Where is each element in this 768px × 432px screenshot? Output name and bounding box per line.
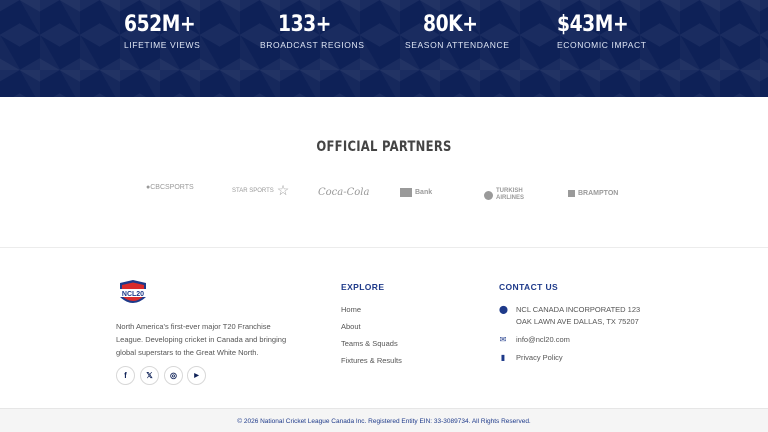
turkish-airlines-bird-icon [484, 190, 493, 200]
stat-value: $43M+ [557, 12, 629, 37]
star-sports-logo: STAR SPORTS ☆ [232, 182, 289, 199]
stat-value: 133+ [278, 12, 332, 37]
contact-address: ⬤ NCL CANADA INCORPORATED 123 OAK LAWN A… [499, 304, 649, 328]
facebook-icon[interactable]: f [116, 366, 135, 385]
partners-title: OFFICIAL PARTNERS [316, 139, 452, 155]
stat-value: 80K+ [423, 12, 478, 37]
stat-broadcast-regions: 133+ BROADCAST REGIONS [260, 12, 365, 50]
turkish-airlines-logo-text: TURKISH AIRLINES [496, 188, 525, 201]
td-bank-logo-text: Bank [415, 189, 433, 196]
td-mark-icon [400, 188, 412, 197]
contact-email-text[interactable]: info@ncl20.com [516, 334, 570, 346]
coca-cola-logo-text: Coca-Cola [318, 187, 370, 198]
star-icon: ☆ [276, 182, 290, 198]
instagram-icon[interactable]: ◎ [164, 366, 183, 385]
td-bank-logo: Bank [400, 188, 432, 197]
stats-band: 652M+ LIFETIME VIEWS 133+ BROADCAST REGI… [0, 0, 768, 97]
brampton-logo: BRAMPTON [568, 190, 618, 197]
turkish-airlines-logo: TURKISH AIRLINES [484, 188, 530, 202]
coca-cola-logo: Coca-Cola [318, 187, 369, 198]
ncl20-logo[interactable]: NCL20 [116, 279, 150, 309]
copyright-text: © 2026 National Cricket League Canada In… [237, 418, 531, 425]
brampton-mark-icon [568, 190, 575, 197]
stat-label: SEASON ATTENDANCE [405, 40, 510, 50]
stat-season-attendance: 80K+ SEASON ATTENDANCE [405, 12, 510, 50]
map-pin-icon: ⬤ [499, 305, 508, 314]
brampton-logo-text: BRAMPTON [578, 190, 619, 197]
explore-title: EXPLORE [341, 282, 385, 292]
section-divider [0, 247, 768, 248]
footer-link-home[interactable]: Home [341, 305, 361, 314]
footer-link-teams-squads[interactable]: Teams & Squads [341, 339, 398, 348]
stat-lifetime-views: 652M+ LIFETIME VIEWS [124, 12, 208, 50]
footer-link-fixtures-results[interactable]: Fixtures & Results [341, 356, 402, 365]
contact-email[interactable]: ✉ info@ncl20.com [499, 334, 570, 346]
contact-address-text: NCL CANADA INCORPORATED 123 OAK LAWN AVE… [516, 305, 641, 326]
contact-privacy[interactable]: ▮ Privacy Policy [499, 352, 563, 364]
x-icon[interactable]: 𝕏 [140, 366, 159, 385]
footer-link-about[interactable]: About [341, 322, 361, 331]
privacy-policy-link[interactable]: Privacy Policy [516, 352, 563, 364]
youtube-icon[interactable]: ▶ [187, 366, 206, 385]
star-sports-logo-text: STAR SPORTS [232, 187, 274, 194]
svg-text:NCL20: NCL20 [122, 291, 144, 298]
stat-value: 652M+ [124, 12, 196, 37]
cbc-sports-logo: ●CBCSPORTS [146, 184, 194, 191]
stat-label: ECONOMIC IMPACT [557, 40, 647, 50]
about-text: North America's first-ever major T20 Fra… [116, 322, 287, 357]
stat-economic-impact: $43M+ ECONOMIC IMPACT [557, 12, 647, 50]
cbc-sports-logo-text: ●CBCSPORTS [146, 184, 194, 191]
stat-label: LIFETIME VIEWS [124, 40, 201, 50]
envelope-icon: ✉ [499, 335, 507, 344]
contact-title: CONTACT US [499, 282, 559, 292]
document-icon: ▮ [500, 353, 506, 362]
stat-label: BROADCAST REGIONS [260, 40, 365, 50]
